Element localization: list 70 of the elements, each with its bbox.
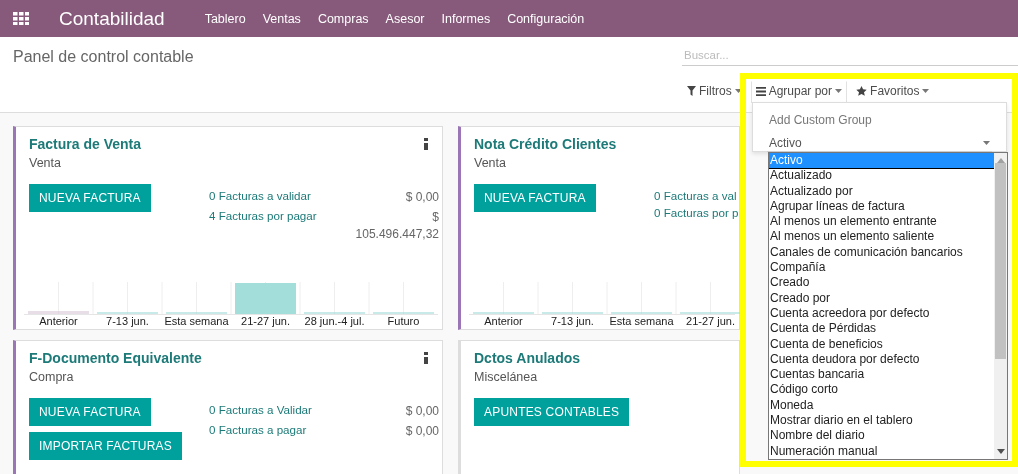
- graph-label: 21-27 jun.: [686, 315, 735, 327]
- card-subtitle: Compra: [29, 370, 74, 384]
- card-title[interactable]: Nota Crédito Clientes: [474, 136, 617, 152]
- list-option[interactable]: Agrupar líneas de factura: [769, 198, 994, 215]
- scroll-thumb[interactable]: [995, 163, 1006, 359]
- scrollbar[interactable]: [994, 153, 1007, 459]
- list-option[interactable]: Actualizado por: [769, 183, 994, 199]
- list-option[interactable]: Código corto: [769, 382, 994, 398]
- list-option[interactable]: Al menos un elemento entrante: [769, 214, 994, 230]
- nav-menu-item[interactable]: Ventas: [262, 11, 301, 26]
- amount-text: $ 105.496.447,32: [354, 209, 439, 243]
- scroll-down-icon[interactable]: [996, 449, 1005, 454]
- page-title: Panel de control contable: [13, 48, 194, 66]
- invoice-count-link[interactable]: 0 Facturas a Validar: [209, 403, 312, 417]
- card-subtitle: Venta: [29, 156, 61, 170]
- graph-label: Futuro: [387, 315, 420, 327]
- list-option[interactable]: Creado por: [769, 290, 994, 306]
- invoice-count-link[interactable]: 0 Facturas a pagar: [209, 423, 307, 437]
- list-option[interactable]: Moneda: [769, 397, 994, 414]
- app-title: Contabilidad: [59, 7, 165, 30]
- list-option[interactable]: Actualizado: [769, 168, 994, 184]
- nav-menu-item[interactable]: Tablero: [204, 11, 246, 26]
- graph-label: Anterior: [39, 315, 78, 327]
- caret-icon: [734, 89, 742, 93]
- apps-grid-icon[interactable]: [13, 12, 29, 25]
- nav-menu-item[interactable]: Asesor: [385, 11, 425, 26]
- graph-label: 21-27 jun.: [241, 315, 290, 327]
- list-option[interactable]: Compañía: [769, 260, 994, 276]
- list-option[interactable]: Cuentas bancaria: [769, 367, 994, 383]
- list-option[interactable]: Nombre del diario: [769, 428, 994, 444]
- graph-label: Esta semana: [609, 315, 674, 327]
- graph-label: 7-13 jun.: [106, 315, 149, 327]
- card-subtitle: Venta: [474, 156, 506, 170]
- list-option[interactable]: Canales de comunicación bancarios: [769, 244, 994, 261]
- invoice-count-link[interactable]: 0 Facturas a val: [654, 189, 737, 203]
- list-option[interactable]: Numeración manual: [769, 443, 994, 459]
- nav-menu-item[interactable]: Compras: [317, 11, 369, 26]
- menu-heading: Add Custom Group: [769, 113, 872, 127]
- list-option[interactable]: Creado: [769, 275, 994, 291]
- list-option[interactable]: Al menos un elemento saliente: [769, 229, 994, 245]
- list-option[interactable]: Mostrar diario en el tablero: [769, 413, 994, 429]
- invoice-count-link[interactable]: 0 Facturas por p: [654, 206, 739, 220]
- caret-icon: [983, 140, 990, 145]
- graph-label: Esta semana: [164, 315, 229, 327]
- list-icon: [755, 86, 766, 96]
- nav-menu-item[interactable]: Configuración: [507, 11, 585, 26]
- more-icon[interactable]: [424, 352, 428, 364]
- invoice-count-link[interactable]: 0 Facturas a validar: [209, 189, 311, 203]
- filter-icon: [687, 86, 696, 96]
- card-title[interactable]: Factura de Venta: [29, 136, 142, 152]
- caret-icon: [922, 89, 930, 93]
- star-icon: [856, 86, 868, 96]
- invoice-count-link[interactable]: 4 Facturas por pagar: [209, 209, 317, 223]
- list-option[interactable]: Cuenta deudora por defecto: [769, 351, 994, 368]
- list-option[interactable]: Cuenta de beneficios: [769, 336, 994, 352]
- graph-label: 7-13 jun.: [551, 315, 594, 327]
- card-subtitle: Miscelánea: [474, 370, 538, 384]
- search-option-button[interactable]: Agrupar por: [750, 81, 848, 103]
- card-title[interactable]: F-Documento Equivalente: [29, 350, 202, 366]
- graph-label: Anterior: [484, 315, 523, 327]
- card-title[interactable]: Dctos Anulados: [474, 350, 581, 366]
- nav-menu-item[interactable]: Informes: [441, 11, 491, 26]
- list-option[interactable]: Cuenta de Pérdidas: [769, 321, 994, 337]
- more-icon[interactable]: [424, 138, 428, 150]
- graph-label: 28 jun.-4 jul.: [304, 315, 365, 327]
- amount-text: $ 0,00: [405, 423, 439, 440]
- caret-icon: [835, 89, 843, 93]
- list-option[interactable]: Cuenta acreedora por defecto: [769, 305, 994, 322]
- amount-text: $ 0,00: [405, 403, 439, 420]
- amount-text: $ 0,00: [405, 189, 439, 206]
